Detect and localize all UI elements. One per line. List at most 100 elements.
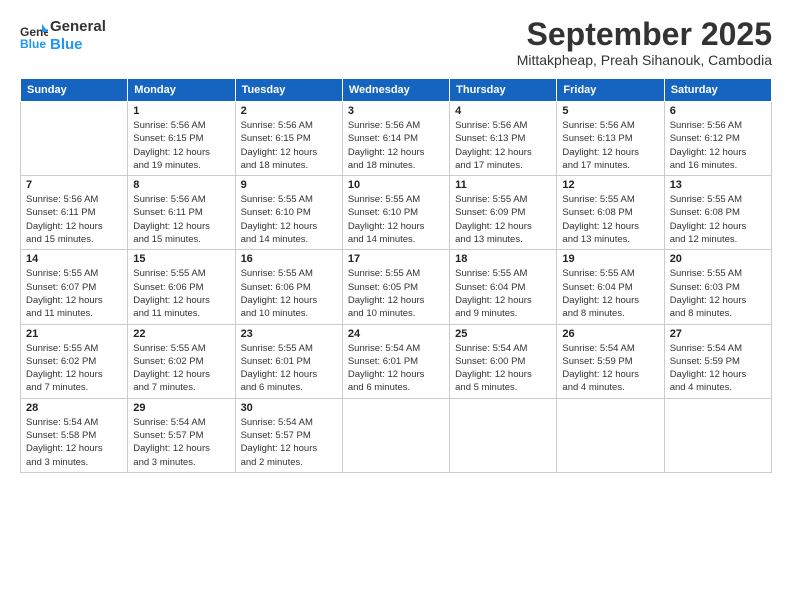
calendar-cell: 19Sunrise: 5:55 AMSunset: 6:04 PMDayligh… xyxy=(557,250,664,324)
day-number: 5 xyxy=(562,105,658,117)
day-info: Sunrise: 5:55 AMSunset: 6:03 PMDaylight:… xyxy=(670,267,766,320)
calendar-cell xyxy=(557,398,664,472)
calendar-cell: 14 Sunrise: 5:55 AMSunset: 6:07 PMDayligh… xyxy=(21,250,128,324)
day-info: Sunrise: 5:55 AMSunset: 6:06 PMDaylight:… xyxy=(241,267,337,320)
day-info: Sunrise: 5:54 AMSunset: 5:57 PMDaylight:… xyxy=(133,416,229,469)
col-header-wednesday: Wednesday xyxy=(342,79,449,102)
day-number: 14 xyxy=(26,253,122,265)
day-info: Sunrise: 5:55 AMSunset: 6:10 PMDaylight:… xyxy=(241,193,337,246)
month-title: September 2025 xyxy=(517,18,772,50)
calendar-cell: 25 Sunrise: 5:54 AMSunset: 6:00 PMDayligh… xyxy=(450,324,557,398)
logo: General Blue General Blue xyxy=(20,18,106,54)
calendar-week-row: 21 Sunrise: 5:55 AMSunset: 6:02 PMDayligh… xyxy=(21,324,772,398)
calendar-cell: 24 Sunrise: 5:54 AMSunset: 6:01 PMDayligh… xyxy=(342,324,449,398)
day-info: Sunrise: 5:54 AMSunset: 5:59 PMDaylight:… xyxy=(562,342,658,395)
day-info: Sunrise: 5:56 AMSunset: 6:13 PMDaylight:… xyxy=(455,119,551,172)
col-header-tuesday: Tuesday xyxy=(235,79,342,102)
calendar-cell: 9 Sunrise: 5:55 AMSunset: 6:10 PMDaylight… xyxy=(235,176,342,250)
logo-line1: General xyxy=(50,18,106,36)
col-header-friday: Friday xyxy=(557,79,664,102)
day-info: Sunrise: 5:55 AMSunset: 6:07 PMDaylight:… xyxy=(26,267,122,320)
day-number: 19 xyxy=(562,253,658,265)
calendar-week-row: 28 Sunrise: 5:54 AMSunset: 5:58 PMDayligh… xyxy=(21,398,772,472)
day-number: 8 xyxy=(133,179,229,191)
day-number: 9 xyxy=(241,179,337,191)
day-info: Sunrise: 5:55 AMSunset: 6:01 PMDaylight:… xyxy=(241,342,337,395)
calendar-cell: 30 Sunrise: 5:54 AMSunset: 5:57 PMDayligh… xyxy=(235,398,342,472)
day-number: 27 xyxy=(670,328,766,340)
day-number: 30 xyxy=(241,402,337,414)
day-info: Sunrise: 5:54 AMSunset: 6:01 PMDaylight:… xyxy=(348,342,444,395)
calendar-cell: 28 Sunrise: 5:54 AMSunset: 5:58 PMDayligh… xyxy=(21,398,128,472)
day-info: Sunrise: 5:54 AMSunset: 5:58 PMDaylight:… xyxy=(26,416,122,469)
calendar-cell: 13Sunrise: 5:55 AMSunset: 6:08 PMDayligh… xyxy=(664,176,771,250)
day-number: 28 xyxy=(26,402,122,414)
calendar-cell: 5Sunrise: 5:56 AMSunset: 6:13 PMDaylight… xyxy=(557,102,664,176)
calendar-cell: 8 Sunrise: 5:56 AMSunset: 6:11 PMDaylight… xyxy=(128,176,235,250)
day-number: 11 xyxy=(455,179,551,191)
calendar-cell: 23 Sunrise: 5:55 AMSunset: 6:01 PMDayligh… xyxy=(235,324,342,398)
day-info: Sunrise: 5:55 AMSunset: 6:08 PMDaylight:… xyxy=(562,193,658,246)
calendar-cell: 3Sunrise: 5:56 AMSunset: 6:14 PMDaylight… xyxy=(342,102,449,176)
day-number: 23 xyxy=(241,328,337,340)
day-number: 17 xyxy=(348,253,444,265)
day-info: Sunrise: 5:54 AMSunset: 6:00 PMDaylight:… xyxy=(455,342,551,395)
day-info: Sunrise: 5:54 AMSunset: 5:59 PMDaylight:… xyxy=(670,342,766,395)
day-number: 18 xyxy=(455,253,551,265)
day-info: Sunrise: 5:56 AMSunset: 6:11 PMDaylight:… xyxy=(26,193,122,246)
day-number: 22 xyxy=(133,328,229,340)
logo-line2: Blue xyxy=(50,36,106,54)
day-number: 29 xyxy=(133,402,229,414)
day-number: 25 xyxy=(455,328,551,340)
calendar-cell: 6 Sunrise: 5:56 AMSunset: 6:12 PMDaylight… xyxy=(664,102,771,176)
calendar-cell: 22Sunrise: 5:55 AMSunset: 6:02 PMDayligh… xyxy=(128,324,235,398)
day-info: Sunrise: 5:55 AMSunset: 6:10 PMDaylight:… xyxy=(348,193,444,246)
day-number: 15 xyxy=(133,253,229,265)
calendar-cell: 20Sunrise: 5:55 AMSunset: 6:03 PMDayligh… xyxy=(664,250,771,324)
day-info: Sunrise: 5:56 AMSunset: 6:11 PMDaylight:… xyxy=(133,193,229,246)
calendar-cell xyxy=(450,398,557,472)
calendar-cell: 4 Sunrise: 5:56 AMSunset: 6:13 PMDaylight… xyxy=(450,102,557,176)
col-header-thursday: Thursday xyxy=(450,79,557,102)
day-info: Sunrise: 5:56 AMSunset: 6:15 PMDaylight:… xyxy=(241,119,337,172)
calendar-cell: 26 Sunrise: 5:54 AMSunset: 5:59 PMDayligh… xyxy=(557,324,664,398)
day-number: 12 xyxy=(562,179,658,191)
day-number: 16 xyxy=(241,253,337,265)
calendar-cell: 11Sunrise: 5:55 AMSunset: 6:09 PMDayligh… xyxy=(450,176,557,250)
calendar-week-row: 7 Sunrise: 5:56 AMSunset: 6:11 PMDaylight… xyxy=(21,176,772,250)
calendar-cell: 12 Sunrise: 5:55 AMSunset: 6:08 PMDayligh… xyxy=(557,176,664,250)
title-block: September 2025 Mittakpheap, Preah Sihano… xyxy=(517,18,772,68)
calendar-cell xyxy=(342,398,449,472)
day-number: 24 xyxy=(348,328,444,340)
day-info: Sunrise: 5:55 AMSunset: 6:04 PMDaylight:… xyxy=(455,267,551,320)
calendar-header-row: SundayMondayTuesdayWednesdayThursdayFrid… xyxy=(21,79,772,102)
svg-text:Blue: Blue xyxy=(20,37,46,50)
page-header: General Blue General Blue September 2025… xyxy=(20,18,772,68)
day-number: 3 xyxy=(348,105,444,117)
calendar-cell: 7 Sunrise: 5:56 AMSunset: 6:11 PMDaylight… xyxy=(21,176,128,250)
day-number: 4 xyxy=(455,105,551,117)
day-info: Sunrise: 5:55 AMSunset: 6:05 PMDaylight:… xyxy=(348,267,444,320)
calendar-week-row: 14 Sunrise: 5:55 AMSunset: 6:07 PMDayligh… xyxy=(21,250,772,324)
day-info: Sunrise: 5:56 AMSunset: 6:15 PMDaylight:… xyxy=(133,119,229,172)
col-header-monday: Monday xyxy=(128,79,235,102)
day-number: 26 xyxy=(562,328,658,340)
day-number: 21 xyxy=(26,328,122,340)
calendar-cell: 16 Sunrise: 5:55 AMSunset: 6:06 PMDayligh… xyxy=(235,250,342,324)
calendar-cell xyxy=(664,398,771,472)
day-info: Sunrise: 5:56 AMSunset: 6:12 PMDaylight:… xyxy=(670,119,766,172)
day-number: 1 xyxy=(133,105,229,117)
calendar-cell: 21 Sunrise: 5:55 AMSunset: 6:02 PMDayligh… xyxy=(21,324,128,398)
calendar-cell xyxy=(21,102,128,176)
day-info: Sunrise: 5:54 AMSunset: 5:57 PMDaylight:… xyxy=(241,416,337,469)
day-number: 7 xyxy=(26,179,122,191)
calendar-cell: 29 Sunrise: 5:54 AMSunset: 5:57 PMDayligh… xyxy=(128,398,235,472)
day-number: 2 xyxy=(241,105,337,117)
day-number: 6 xyxy=(670,105,766,117)
day-info: Sunrise: 5:55 AMSunset: 6:02 PMDaylight:… xyxy=(26,342,122,395)
day-info: Sunrise: 5:55 AMSunset: 6:06 PMDaylight:… xyxy=(133,267,229,320)
col-header-sunday: Sunday xyxy=(21,79,128,102)
calendar-cell: 10Sunrise: 5:55 AMSunset: 6:10 PMDayligh… xyxy=(342,176,449,250)
calendar-cell: 27 Sunrise: 5:54 AMSunset: 5:59 PMDayligh… xyxy=(664,324,771,398)
calendar-cell: 18 Sunrise: 5:55 AMSunset: 6:04 PMDayligh… xyxy=(450,250,557,324)
